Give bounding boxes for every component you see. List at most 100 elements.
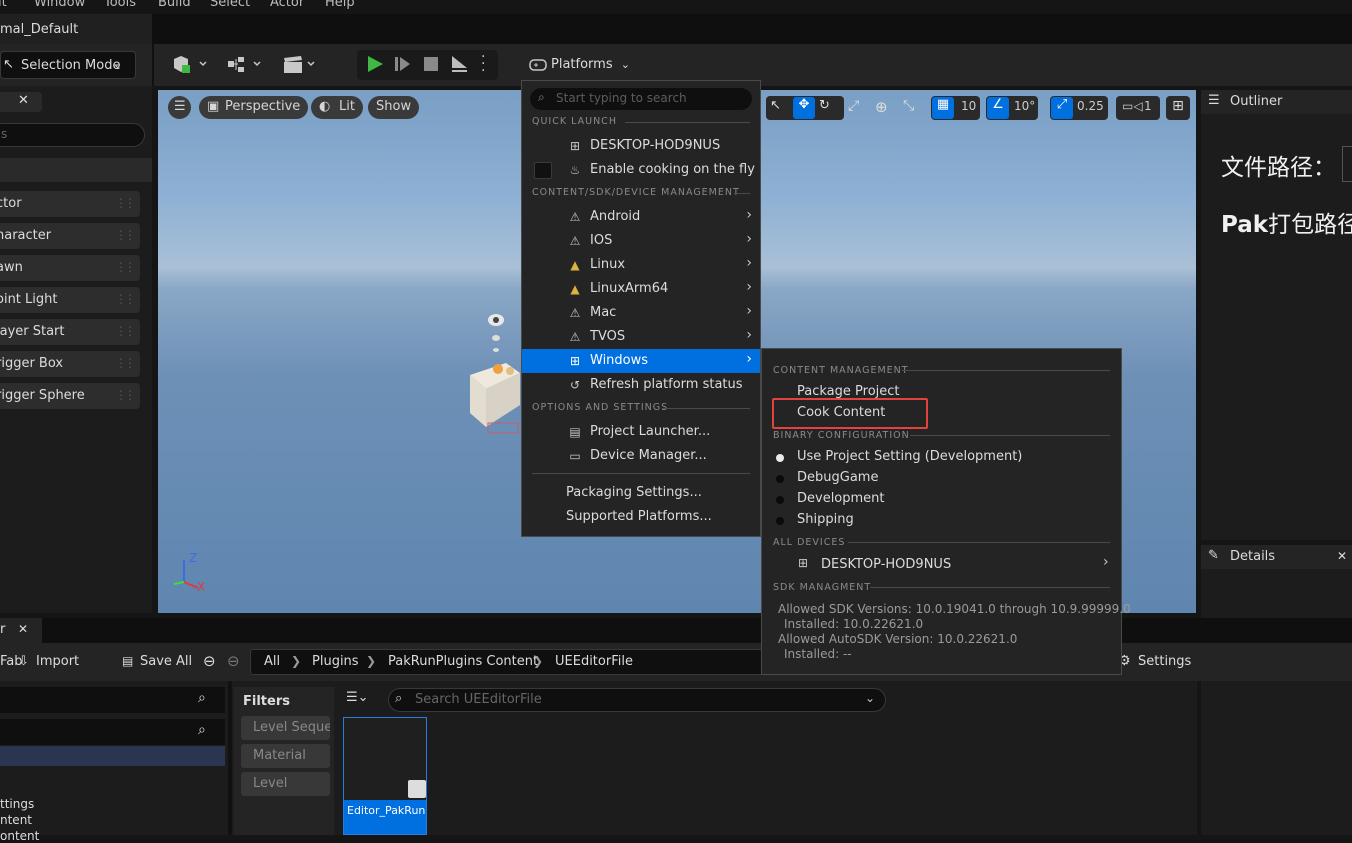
level-tab[interactable]: mal_Default: [0, 14, 152, 44]
tree-item[interactable]: ntent: [0, 813, 32, 827]
close-icon[interactable]: ✕: [18, 93, 29, 108]
actor-item[interactable]: layer Start ⋮⋮: [0, 319, 140, 345]
menu-item-cook-on-fly[interactable]: ♨ Enable cooking on the fly: [522, 158, 760, 182]
menu-edit[interactable]: it: [0, 0, 7, 10]
grid-snap-group[interactable]: ▦ 10: [931, 96, 980, 120]
menu-tools[interactable]: Tools: [104, 0, 136, 10]
cook-content-item[interactable]: Cook Content: [797, 405, 885, 420]
blueprint-button[interactable]: [226, 55, 266, 75]
breadcrumb-plugins[interactable]: Plugins: [312, 654, 359, 669]
platforms-button[interactable]: Platforms ⌄: [525, 51, 630, 79]
viewport-layout-icon[interactable]: ⊞: [1166, 96, 1190, 120]
tree-item[interactable]: ttings: [0, 797, 34, 811]
more-options-icon[interactable]: · · ·: [481, 50, 485, 78]
platform-search-input[interactable]: ⌕ Start typing to search: [530, 88, 752, 110]
config-item[interactable]: DebugGame: [797, 470, 878, 485]
forward-arrow-icon[interactable]: ⊖: [227, 652, 240, 670]
splitter[interactable]: [228, 681, 232, 835]
viewport-menu-button[interactable]: ☰: [168, 96, 191, 119]
save-all-button[interactable]: Save All: [140, 654, 192, 669]
asset-tile[interactable]: Editor_PakRun: [343, 717, 427, 835]
content-browser-tab[interactable]: r ✕: [0, 618, 42, 643]
scale-snap-group[interactable]: ⤢ 0.25: [1050, 96, 1108, 120]
rotation-snap-group[interactable]: ∠ 10°: [986, 96, 1038, 120]
close-icon[interactable]: ✕: [18, 622, 28, 636]
menu-item-device[interactable]: ⊞ DESKTOP-HOD9NUS: [522, 134, 760, 158]
actor-item[interactable]: ctor ⋮⋮: [0, 191, 140, 217]
select-tool-icon[interactable]: ↖: [770, 98, 790, 118]
config-item[interactable]: Use Project Setting (Development): [797, 449, 1022, 464]
config-item[interactable]: Shipping: [797, 512, 854, 527]
tree-item[interactable]: ontent: [0, 829, 39, 843]
section-rule: [848, 542, 1110, 543]
radio-icon[interactable]: [776, 475, 784, 483]
eject-button[interactable]: [449, 54, 469, 78]
perspective-button[interactable]: ▣ Perspective: [199, 96, 309, 119]
filter-chip[interactable]: Material: [241, 744, 330, 768]
outliner-tab[interactable]: ☰ Outliner: [1201, 90, 1352, 114]
menu-actor[interactable]: Actor: [270, 0, 304, 10]
file-path-input[interactable]: [1342, 146, 1352, 182]
menu-item-linuxarm64[interactable]: ▲ LinuxArm64 ›: [522, 277, 760, 301]
config-item[interactable]: Development: [797, 491, 885, 506]
menu-item-project-launcher[interactable]: ▤ Project Launcher...: [522, 420, 760, 444]
filter-icon[interactable]: ☰⌄: [346, 690, 369, 705]
stop-button[interactable]: [421, 54, 441, 78]
details-tab[interactable]: ✎ Details ✕: [1201, 545, 1352, 569]
view-mode-button[interactable]: ◐ Lit: [311, 96, 363, 119]
place-actors-search[interactable]: s: [0, 123, 145, 147]
cook-on-fly-checkbox[interactable]: [534, 162, 552, 179]
scale-tool-icon[interactable]: ⤢: [848, 98, 859, 114]
play-button[interactable]: [365, 54, 385, 78]
import-button[interactable]: Import: [36, 654, 79, 669]
camera-speed-group[interactable]: ▭◁ 1: [1116, 96, 1160, 120]
actor-item[interactable]: rigger Box ⋮⋮: [0, 351, 140, 377]
menu-item-device-manager[interactable]: ▭ Device Manager...: [522, 444, 760, 468]
selected-folder-row[interactable]: [0, 746, 225, 766]
filter-chip[interactable]: Level: [241, 772, 330, 796]
radio-selected-icon[interactable]: [776, 454, 784, 462]
breadcrumb-pakrun-content[interactable]: PakRunPlugins Content: [388, 654, 538, 669]
actor-item[interactable]: awn ⋮⋮: [0, 255, 140, 281]
world-local-icon[interactable]: ⊕: [875, 98, 888, 116]
menu-window[interactable]: Window: [34, 0, 85, 10]
menu-item-packaging-settings[interactable]: Packaging Settings...: [522, 481, 760, 505]
rotate-tool-icon[interactable]: ↻: [819, 98, 830, 113]
menu-item-windows[interactable]: ⊞ Windows ›: [522, 349, 760, 373]
breadcrumb-ueeditorfile[interactable]: UEEditorFile: [555, 654, 633, 669]
menu-help[interactable]: Help: [325, 0, 355, 10]
filter-chip[interactable]: Level Sequer: [241, 716, 330, 740]
folder-search[interactable]: ⌕: [0, 719, 225, 745]
asset-search-input[interactable]: ⌕ Search UEEditorFile ⌄: [388, 688, 886, 712]
cinematics-button[interactable]: [282, 55, 322, 75]
sources-search[interactable]: ⌕: [0, 687, 225, 713]
breadcrumb-all[interactable]: All: [264, 654, 280, 669]
radio-icon[interactable]: [776, 517, 784, 525]
settings-button[interactable]: Settings: [1138, 654, 1191, 669]
actor-item[interactable]: oint Light ⋮⋮: [0, 287, 140, 313]
menu-select[interactable]: Select: [210, 0, 250, 10]
actor-item[interactable]: rigger Sphere ⋮⋮: [0, 383, 140, 409]
menu-item-tvos[interactable]: ⚠ TVOS ›: [522, 325, 760, 349]
place-actors-tab[interactable]: ✕: [0, 92, 42, 112]
menu-item-linux[interactable]: ▲ Linux ›: [522, 253, 760, 277]
package-project-item[interactable]: Package Project: [797, 384, 900, 399]
menu-item-ios[interactable]: ⚠ IOS ›: [522, 229, 760, 253]
menu-build[interactable]: Build: [158, 0, 191, 10]
radio-icon[interactable]: [776, 496, 784, 504]
menu-item-supported-platforms[interactable]: Supported Platforms...: [522, 505, 760, 529]
menu-item-refresh[interactable]: ↺ Refresh platform status: [522, 373, 760, 397]
selection-mode-dropdown[interactable]: ↖ Selection Mode ⌄: [0, 51, 136, 79]
surface-snap-icon[interactable]: ⤡: [903, 98, 914, 114]
actor-item[interactable]: haracter ⋮⋮: [0, 223, 140, 249]
close-icon[interactable]: ✕: [1337, 549, 1347, 563]
advance-frame-button[interactable]: [393, 54, 413, 78]
section-rule: [870, 587, 1110, 588]
add-actor-button[interactable]: [170, 55, 210, 75]
translate-tool-icon[interactable]: ✥: [793, 97, 815, 119]
menu-item-android[interactable]: ⚠ Android ›: [522, 205, 760, 229]
show-button[interactable]: Show: [368, 96, 420, 119]
device-item[interactable]: DESKTOP-HOD9NUS: [821, 557, 951, 572]
menu-item-mac[interactable]: ⚠ Mac ›: [522, 301, 760, 325]
back-arrow-icon[interactable]: ⊖: [203, 652, 216, 670]
